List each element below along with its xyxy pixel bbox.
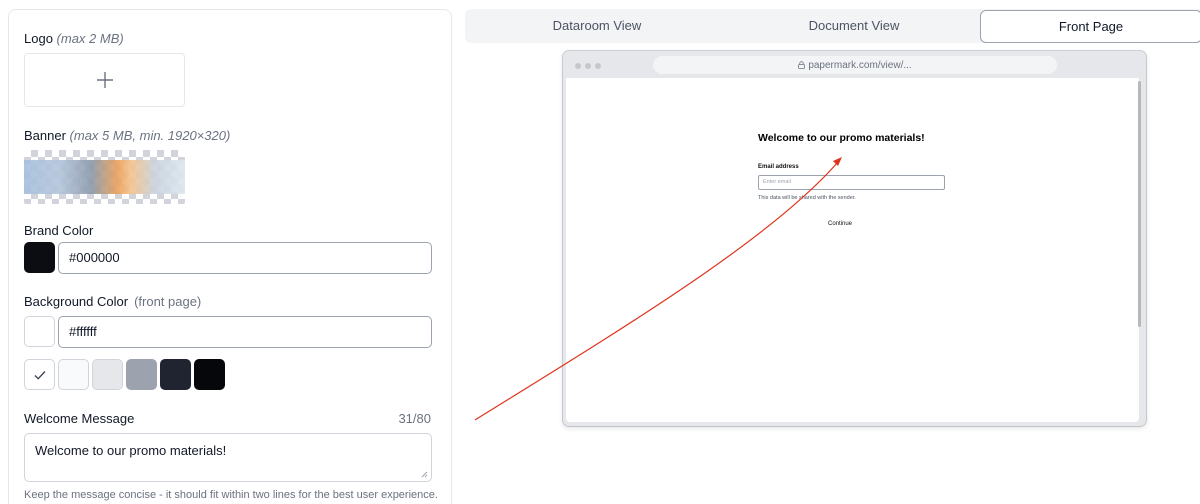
preset-swatch-gray-200[interactable] [92, 359, 123, 390]
check-icon [34, 370, 45, 380]
preset-swatch-gray-50[interactable] [58, 359, 89, 390]
background-color-presets [24, 359, 225, 390]
preset-swatch-white[interactable] [24, 359, 55, 390]
logo-upload-button[interactable] [24, 53, 185, 107]
window-dot [595, 63, 601, 69]
welcome-message-textarea[interactable]: Welcome to our promo materials! [24, 433, 432, 482]
brand-color-label: Brand Color [24, 223, 94, 238]
preview-email-input: Enter email [758, 175, 945, 190]
window-dot [585, 63, 591, 69]
preset-swatch-gray-800[interactable] [160, 359, 191, 390]
logo-size-hint: (max 2 MB) [56, 31, 124, 46]
logo-label: Logo (max 2 MB) [24, 31, 124, 46]
preview-email-label: Email address [758, 164, 799, 170]
banner-label: Banner (max 5 MB, min. 1920×320) [24, 128, 231, 143]
welcome-message-hint: Keep the message concise - it should fit… [24, 489, 438, 501]
preset-swatch-gray-400[interactable] [126, 359, 157, 390]
banner-size-hint: (max 5 MB, min. 1920×320) [69, 128, 231, 143]
background-color-label: Background Color (front page) [24, 294, 202, 309]
plus-icon [96, 72, 113, 88]
brand-color-swatch[interactable] [24, 242, 55, 273]
preview-privacy-note: This data will be shared with the sender… [758, 195, 856, 201]
background-color-input[interactable]: #ffffff [58, 316, 432, 348]
banner-image [24, 160, 185, 194]
preview-scrollbar[interactable] [1138, 81, 1141, 327]
background-color-swatch[interactable] [24, 316, 55, 347]
brand-color-input[interactable]: #000000 [58, 242, 432, 274]
preset-swatch-black[interactable] [194, 359, 225, 390]
window-controls [575, 63, 601, 69]
browser-preview-frame: papermark.com/view/... Welcome to our pr… [563, 51, 1146, 426]
character-counter: 31/80 [398, 411, 431, 426]
background-color-sublabel: (front page) [134, 294, 202, 309]
preview-title: Welcome to our promo materials! [758, 132, 925, 144]
lock-icon [798, 61, 806, 69]
welcome-message-label: Welcome Message [24, 411, 135, 426]
address-bar: papermark.com/view/... [653, 56, 1057, 74]
url-text: papermark.com/view/... [808, 59, 912, 71]
tab-front-page[interactable]: Front Page [980, 10, 1200, 43]
welcome-message-text: Welcome to our promo materials! [35, 443, 227, 458]
window-dot [575, 63, 581, 69]
preview-tabs: Dataroom View Document View Front Page [465, 9, 1200, 43]
preview-continue-button: Continue [828, 221, 853, 227]
tab-document-view[interactable]: Document View [729, 9, 979, 43]
resize-handle-icon[interactable] [420, 470, 428, 478]
banner-upload-preview[interactable] [24, 150, 185, 204]
tab-dataroom-view[interactable]: Dataroom View [465, 9, 729, 43]
preview-viewport: Welcome to our promo materials! Email ad… [566, 78, 1139, 422]
